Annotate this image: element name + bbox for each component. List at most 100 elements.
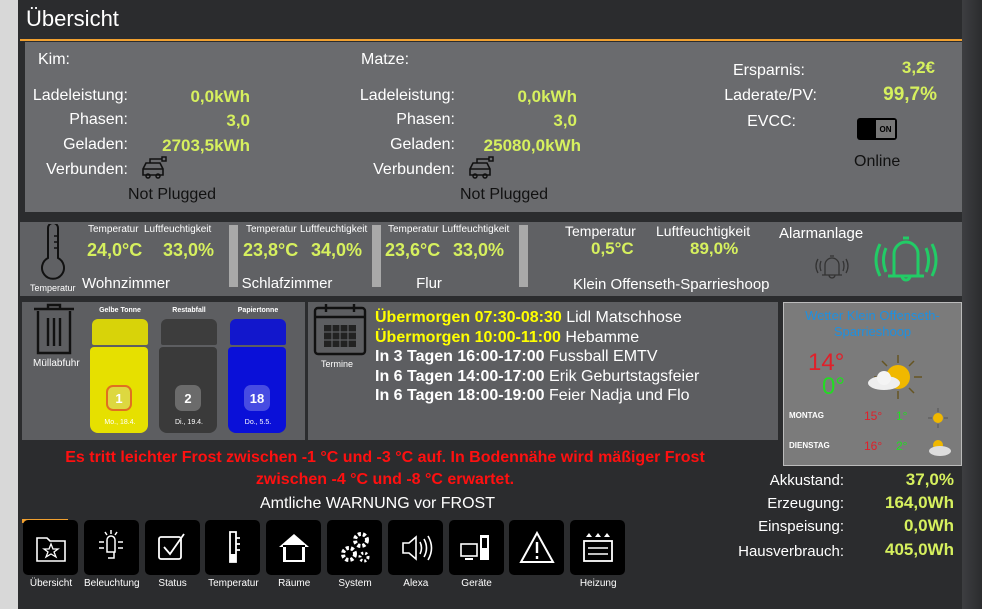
frost-warning-text: Es tritt leichter Frost zwischen -1 °C u… [65,449,705,488]
nav-overview-button[interactable] [23,520,78,575]
ersparnis-label: Ersparnis: [732,62,805,79]
calendar-event[interactable]: In 6 Tagen 18:00-19:00 Feier Nadja und F… [375,386,699,406]
kim-verbunden-label: Verbunden: [46,161,128,178]
nav-label: Heizung [579,578,617,589]
room-name: Flur [416,275,442,292]
forecast-high: 16° [864,439,883,453]
event-list: Übermorgen 07:30-08:30 Lidl Matschhose Üb… [375,308,699,406]
nav-system-button[interactable] [327,520,382,575]
laderate-label: Laderate/PV: [724,87,817,104]
kim-phasen: 3,0 [226,111,250,130]
evcc-toggle[interactable]: ON [857,118,897,140]
laderate-value: 99,7% [883,84,937,105]
calendar-event[interactable]: Übermorgen 07:30-08:30 Lidl Matschhose [375,308,699,328]
bin-date: Di., 19.4. [174,419,203,426]
erzeugung-label: Erzeugung: [767,495,844,512]
nav-heating-button[interactable] [570,520,626,575]
calendar-label: Termine [321,359,354,369]
erzeugung-value: 164,0Wh [885,493,954,512]
bell-active-icon[interactable] [870,232,942,288]
hausverbrauch-value: 405,0Wh [885,540,954,559]
forecast-low: 2° [896,439,908,453]
event-when: In 6 Tagen 18:00-19:00 [375,387,545,404]
forecast-day: DIENSTAG [789,441,830,450]
room-hum-label: Luftfeuchtigkeit [300,224,368,235]
bin-lid [230,319,286,345]
ersparnis-value: 3,2€ [901,58,935,77]
outdoor-temp-label: Temperatur [565,223,636,239]
system-icon [340,531,369,562]
outdoor-temp: 0,5°C [591,239,634,258]
bin-date: Mo., 18.4. [104,419,136,426]
nav-status-button[interactable] [144,520,200,575]
nav-label: Beleuchtung [83,578,140,589]
event-when: In 6 Tagen 14:00-17:00 [375,367,545,385]
kim-ladeleistung-label: Ladeleistung: [32,87,128,104]
room-temp-label: Temperatur [388,224,439,235]
trash-icon [34,303,74,355]
nav-label: Räume [278,578,311,589]
frost-warning-title: Amtliche WARNUNG vor FROST [260,495,495,512]
room-hum-label: Luftfeuchtigkeit [442,224,510,235]
event-title: Lidl Matschhose [566,309,682,326]
nav-rooms-button[interactable] [266,520,322,575]
kim-phasen-label: Phasen: [69,111,128,128]
alexa-icon [402,534,433,561]
matze-phasen: 3,0 [553,111,577,130]
room-hum-label: Luftfeuchtigkeit [144,224,212,235]
outdoor-hum: 89,0% [690,239,739,258]
bin-name: Restabfall [172,307,206,314]
car-plug-icon [142,156,167,179]
sun-icon [928,408,948,428]
matze-verbunden-label: Verbunden: [373,161,455,178]
nav-label: System [338,578,372,589]
weather-widget[interactable]: Wetter Klein Offenseth-Sparrieshoop 14° … [783,302,962,466]
rooms-icon [278,533,309,562]
nav-alexa-button[interactable] [387,520,443,575]
outdoor-hum-label: Luftfeuchtigkeit [656,223,751,239]
forecast-low: 1° [896,409,908,423]
kim-status: Not Plugged [128,186,217,203]
temperature-icon [228,530,240,563]
thermometer-icon [41,224,65,280]
calendar-event[interactable]: In 3 Tagen 16:00-17:00 Fussball EMTV [375,347,699,367]
evcc-label: EVCC: [747,113,796,130]
bin-lid [161,319,217,345]
bin-lid [92,319,148,345]
bin-days-badge: 1 [106,385,132,411]
warnings-icon [519,530,555,563]
nav-label: Status [158,578,187,589]
nav-warnings-button[interactable] [509,520,565,575]
kim-ladeleistung: 0,0kWh [190,87,250,106]
nav-lighting-button[interactable] [83,520,139,575]
matze-geladen-label: Geladen: [390,136,455,153]
nav-temperature-button[interactable] [205,520,261,575]
kim-geladen: 2703,5kWh [162,136,250,155]
title-divider [20,39,962,41]
calendar-event[interactable]: In 6 Tagen 14:00-17:00 Erik Geburtstagsf… [375,367,699,387]
right-shade [962,0,982,609]
nav-devices-button[interactable] [448,520,504,575]
calendar-event[interactable]: Übermorgen 10:00-11:00 Hebamme [375,328,699,348]
matze-geladen: 25080,0kWh [483,136,581,155]
event-title: Erik Geburtstagsfeier [549,367,700,385]
event-title: Fussball EMTV [549,348,658,365]
room-hum: 33,0% [163,240,215,260]
room-hum: 33,0% [453,240,505,260]
overview-icon [35,536,66,562]
alarm-label: Alarmanlage [779,225,864,242]
matze-ladeleistung: 0,0kWh [517,87,577,106]
bell-inactive-icon[interactable] [811,251,853,281]
einspeisung-label: Einspeisung: [758,518,844,535]
car-plug-icon [469,156,494,179]
forecast-high: 15° [864,409,883,423]
heating-icon [582,532,613,562]
evcc-status: Online [854,153,901,170]
forecast-day: MONTAG [789,411,824,420]
room-temp-label: Temperatur [246,224,297,235]
lighting-icon [99,529,124,559]
page-title: Übersicht [26,6,119,31]
event-when: Übermorgen 10:00-11:00 [375,328,561,346]
bin-days-badge: 18 [244,385,270,411]
hausverbrauch-label: Hausverbrauch: [738,543,844,560]
